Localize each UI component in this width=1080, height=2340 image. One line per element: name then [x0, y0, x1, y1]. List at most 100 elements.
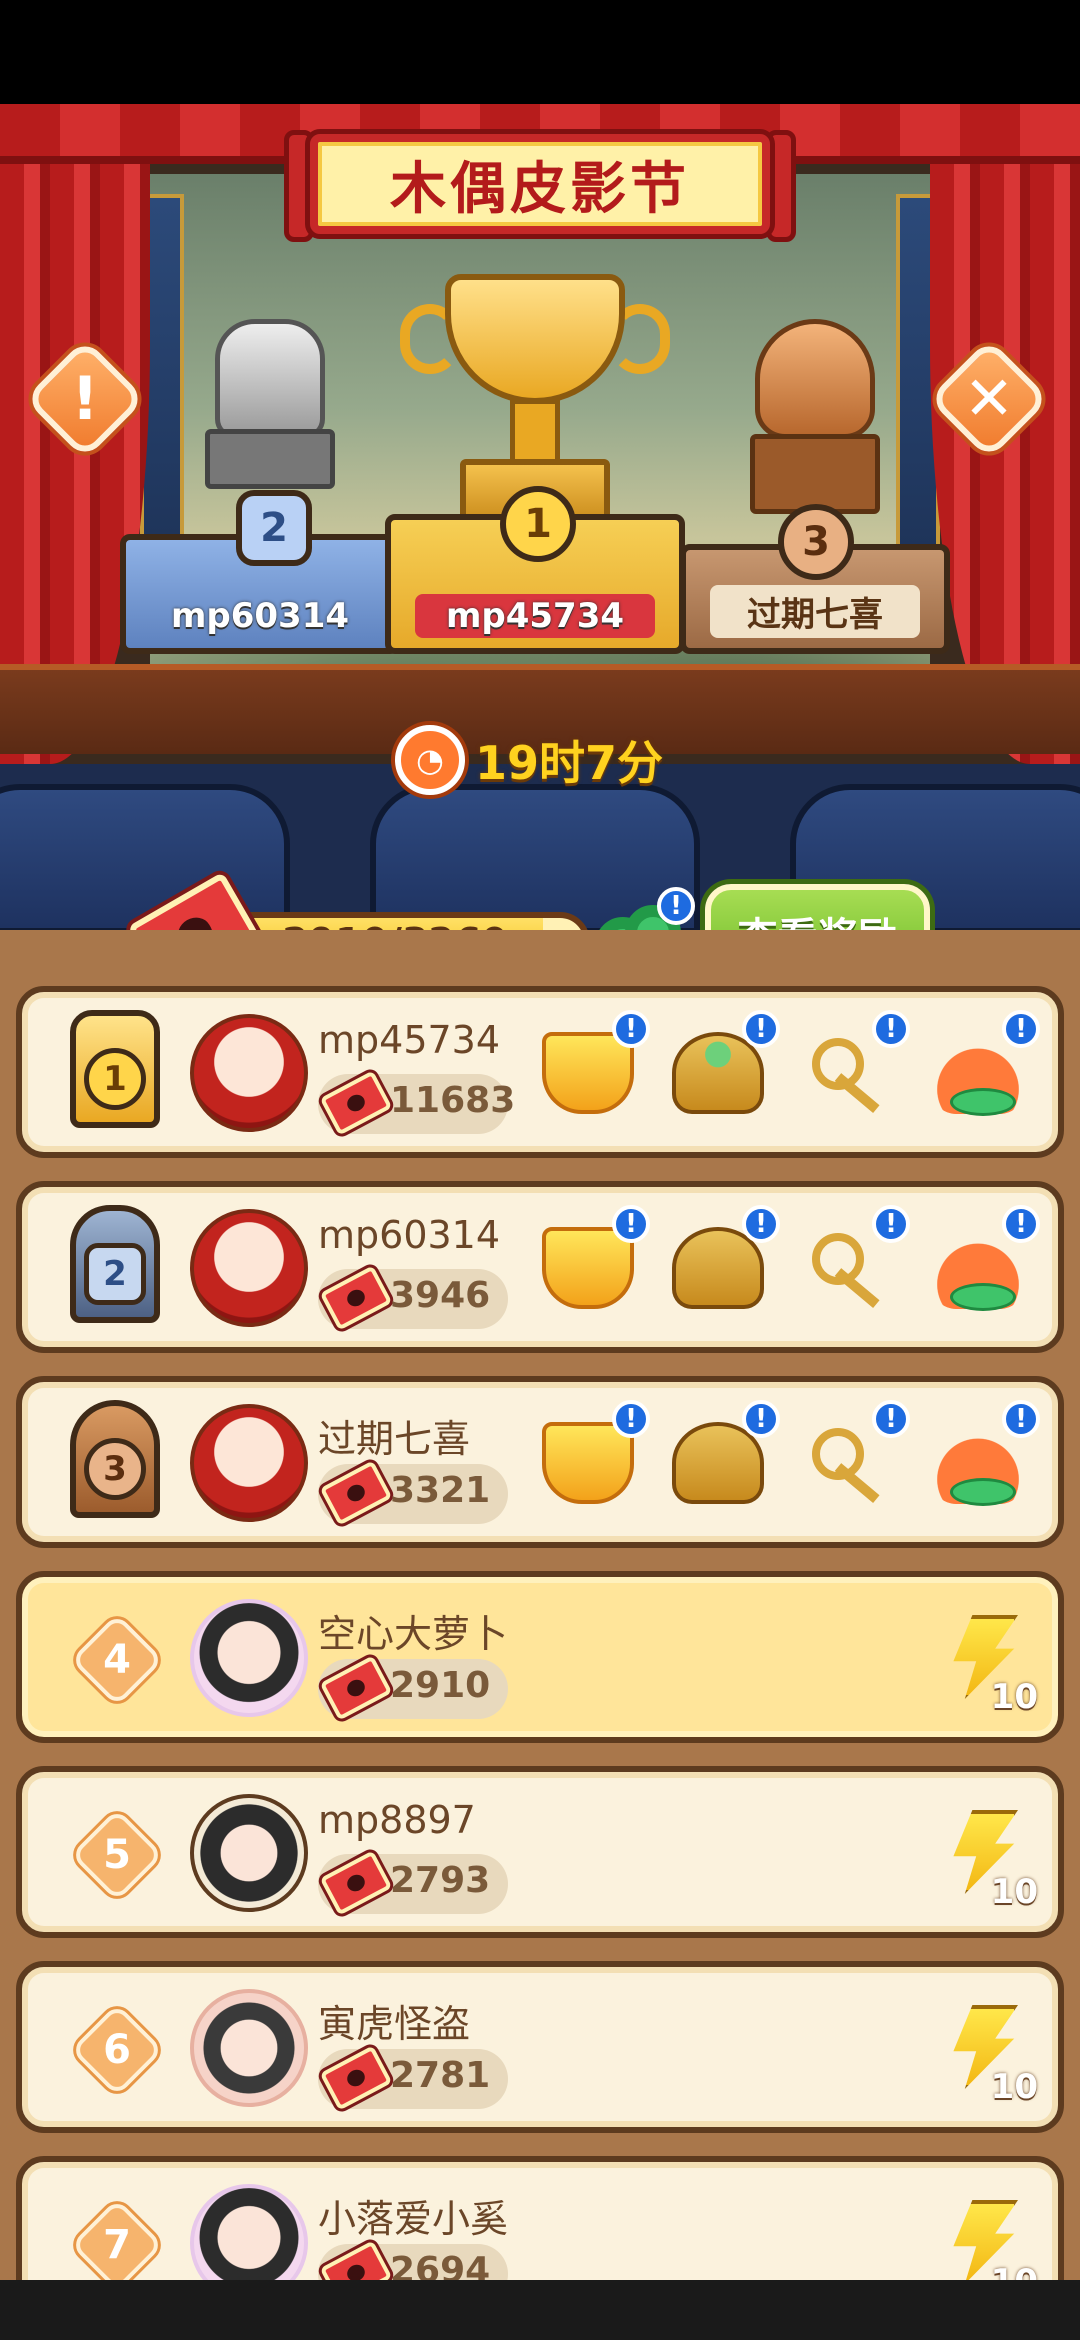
info-button[interactable]: ! — [24, 338, 146, 460]
close-button[interactable]: ✕ — [928, 338, 1050, 460]
gold-cup-medal-icon: 1 — [56, 1010, 174, 1142]
lucky-bag-reward[interactable]: ! — [924, 1010, 1040, 1122]
score-pill: 2781 — [318, 2045, 508, 2111]
info-badge-icon: ! — [1002, 1205, 1040, 1243]
player-name: mp8897 — [318, 1798, 476, 1842]
info-badge-icon: ! — [612, 1010, 650, 1048]
view-rewards-button[interactable]: 查看奖励 — [705, 884, 930, 934]
rank-number: 5 — [103, 1832, 131, 1878]
system-navigation-bar — [0, 2280, 1080, 2340]
rank-3-badge: 3 — [778, 504, 854, 580]
treasure-bowl-reward[interactable]: ! — [664, 1010, 780, 1122]
info-badge-icon: ! — [742, 1400, 780, 1438]
silver-fist-trophy — [205, 319, 335, 489]
player-name: 寅虎怪盗 — [318, 2002, 471, 2046]
lucky-bag-reward[interactable]: ! — [924, 1400, 1040, 1512]
score-value: 3321 — [390, 1470, 491, 1511]
treasure-bowl-reward[interactable]: ! — [664, 1400, 780, 1512]
rank-diamond-icon: 7 — [70, 2198, 164, 2280]
score-value: 2910 — [390, 1665, 491, 1706]
info-badge-icon: ! — [657, 887, 695, 925]
leaderboard-row-5[interactable]: 5 mp8897 2793 10 — [16, 1766, 1064, 1938]
score-value: 2793 — [390, 1860, 491, 1901]
leaderboard[interactable]: 1 mp45734 11683 ! ! ! ! 2 mp60314 3946 !… — [0, 930, 1080, 2280]
rank-number: 2 — [84, 1243, 146, 1305]
info-badge-icon: ! — [872, 1010, 910, 1048]
gold-ingot-reward[interactable]: ! — [534, 1400, 650, 1512]
trophy-base — [750, 434, 880, 514]
ticket-icon — [319, 1655, 393, 1721]
reward-count: 10 — [990, 1872, 1038, 1912]
score-pill: 2910 — [318, 1655, 508, 1721]
score-value: 3946 — [390, 1275, 491, 1316]
score-pill: 3321 — [318, 1460, 508, 1526]
info-badge-icon: ! — [612, 1205, 650, 1243]
bronze-hand-medal-icon: 3 — [56, 1400, 174, 1532]
player-name: mp60314 — [318, 1213, 501, 1257]
leaderboard-row-3[interactable]: 3 过期七喜 3321 ! ! ! ! — [16, 1376, 1064, 1548]
reward-count: 10 — [990, 2067, 1038, 2107]
avatar[interactable] — [190, 1599, 308, 1717]
info-badge-icon: ! — [612, 1400, 650, 1438]
info-badge-icon: ! — [872, 1400, 910, 1438]
banner-roll-right — [766, 130, 796, 242]
avatar[interactable] — [190, 1794, 308, 1912]
rank-number: 1 — [84, 1048, 146, 1110]
lucky-bag-reward[interactable]: ! — [924, 1205, 1040, 1317]
timer-text: 19时7分 — [475, 736, 664, 790]
ticket-icon — [319, 2045, 393, 2111]
leaderboard-row-2[interactable]: 2 mp60314 3946 ! ! ! ! — [16, 1181, 1064, 1353]
event-stage: 木偶皮影节 ! ✕ mp60314 mp45734 过期七喜 2 1 3 ◔ 1… — [0, 104, 1080, 934]
podium-third-name: 过期七喜 — [710, 585, 920, 638]
avatar[interactable] — [190, 1209, 308, 1327]
silver-fist-medal-icon: 2 — [56, 1205, 174, 1337]
ticket-icon — [319, 2240, 393, 2280]
jade-coin-reward-icon[interactable]: ! — [595, 887, 695, 934]
rank-number: 7 — [103, 2222, 131, 2268]
player-name: 小落爱小奚 — [318, 2197, 509, 2241]
score-pill: 3946 — [318, 1265, 508, 1331]
score-pill: 2793 — [318, 1850, 508, 1916]
player-name: 空心大萝卜 — [318, 1612, 509, 1656]
close-x-icon: ✕ — [963, 364, 1015, 434]
info-badge-icon: ! — [742, 1205, 780, 1243]
score-value: 2694 — [390, 2250, 491, 2280]
energy-reward[interactable]: 10 — [928, 2196, 1038, 2280]
rank-diamond-icon: 4 — [70, 1613, 164, 1707]
ticket-icon — [319, 1265, 393, 1331]
energy-reward[interactable]: 10 — [928, 1611, 1038, 1721]
leaderboard-row-4-current-player[interactable]: 4 空心大萝卜 2910 10 — [16, 1571, 1064, 1743]
reward-count: 10 — [991, 2262, 1038, 2280]
ticket-icon — [319, 1460, 393, 1526]
trophy-base — [205, 429, 335, 489]
score-pill: 2694 — [318, 2240, 508, 2280]
event-timer: ◔ 19时7分 — [395, 722, 695, 798]
info-badge-icon: ! — [872, 1205, 910, 1243]
leaderboard-row-6[interactable]: 6 寅虎怪盗 2781 10 — [16, 1961, 1064, 2133]
key-reward[interactable]: ! — [794, 1205, 910, 1317]
gold-ingot-reward[interactable]: ! — [534, 1010, 650, 1122]
rank-number: 4 — [103, 1637, 131, 1683]
status-bar — [0, 0, 1080, 104]
avatar[interactable] — [190, 2184, 308, 2280]
info-badge-icon: ! — [1002, 1010, 1040, 1048]
key-reward[interactable]: ! — [794, 1400, 910, 1512]
treasure-bowl-reward[interactable]: ! — [664, 1205, 780, 1317]
rank-number: 6 — [103, 2027, 131, 2073]
reward-count: 10 — [990, 1677, 1038, 1717]
key-reward[interactable]: ! — [794, 1010, 910, 1122]
podium-first-name: mp45734 — [415, 594, 655, 638]
leaderboard-row-7[interactable]: 7 小落爱小奚 2694 10 — [16, 2156, 1064, 2280]
energy-reward[interactable]: 10 — [928, 2001, 1038, 2111]
avatar[interactable] — [190, 1989, 308, 2107]
rank-number: 3 — [84, 1438, 146, 1500]
rank-diamond-icon: 6 — [70, 2003, 164, 2097]
leaderboard-row-1[interactable]: 1 mp45734 11683 ! ! ! ! — [16, 986, 1064, 1158]
avatar[interactable] — [190, 1404, 308, 1522]
ticket-icon — [319, 1850, 393, 1916]
rank-diamond-icon: 5 — [70, 1808, 164, 1902]
energy-reward[interactable]: 10 — [928, 1806, 1038, 1916]
podium-second-name: mp60314 — [170, 596, 350, 636]
gold-ingot-reward[interactable]: ! — [534, 1205, 650, 1317]
avatar[interactable] — [190, 1014, 308, 1132]
